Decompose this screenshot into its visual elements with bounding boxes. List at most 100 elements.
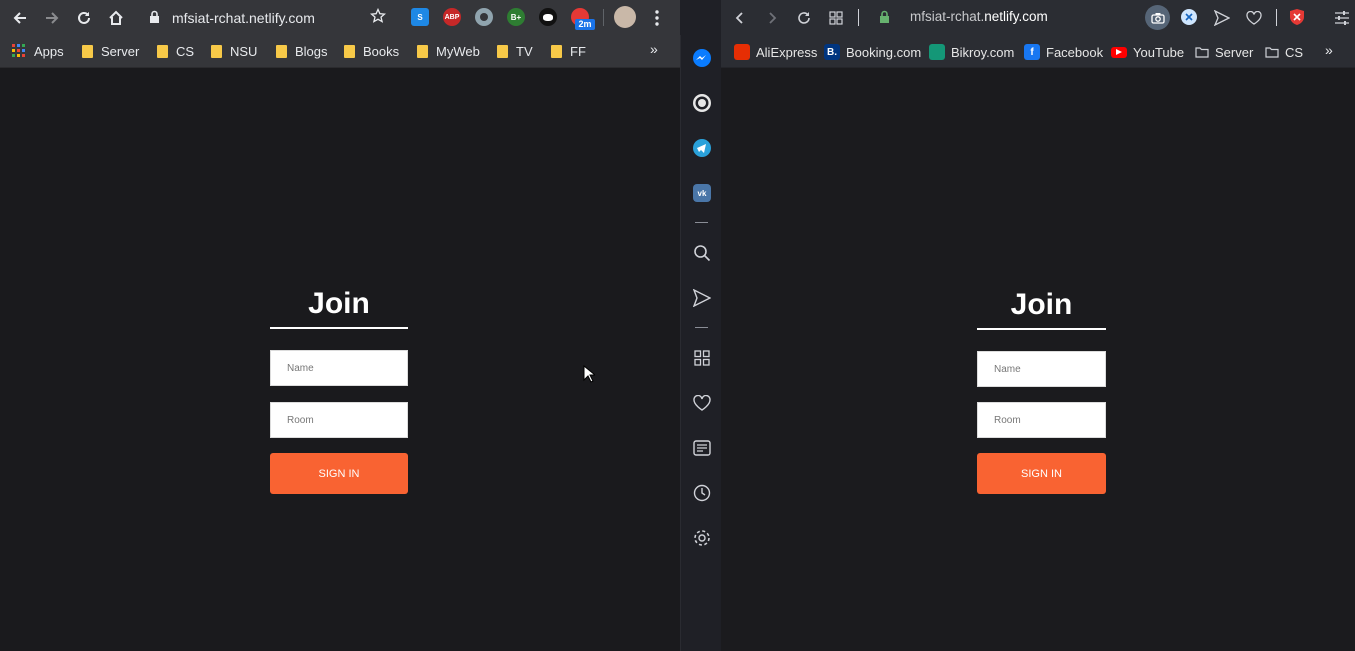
history-icon[interactable] — [691, 482, 713, 504]
bookmark-label: Blogs — [295, 43, 328, 59]
messenger-icon[interactable] — [691, 47, 713, 69]
news-icon[interactable] — [691, 437, 713, 459]
bookmark-facebook[interactable]: f Facebook — [1024, 42, 1103, 62]
bookmark-booking[interactable]: B. Booking.com — [824, 42, 921, 62]
opera-bookmarks-bar: AliExpress B. Booking.com Bikroy.com f Fac… — [721, 35, 1355, 68]
bookmark-cs[interactable]: CS — [157, 41, 194, 61]
star-icon[interactable] — [370, 8, 386, 24]
opera-address-bar[interactable]: mfsiat-rchat.netlify.com — [910, 9, 1048, 24]
chrome-window: mfsiat-rchat.netlify.com S ABP B+ 2m App… — [0, 0, 680, 651]
mouse-cursor-icon — [583, 365, 595, 383]
folder-icon — [276, 44, 287, 58]
camera-icon — [1150, 12, 1165, 24]
search-icon[interactable] — [691, 242, 713, 264]
arrow-right-icon — [46, 12, 59, 24]
whatsapp-icon[interactable] — [691, 92, 713, 114]
reload-icon — [798, 12, 810, 24]
lock-icon — [150, 10, 159, 23]
avatar[interactable] — [614, 6, 636, 28]
chrome-toolbar: mfsiat-rchat.netlify.com S ABP B+ 2m — [0, 0, 680, 35]
toolbar-divider — [603, 9, 604, 26]
bookmark-nsu[interactable]: NSU — [211, 41, 257, 61]
name-input[interactable] — [977, 351, 1106, 387]
chrome-url-text: mfsiat-rchat.netlify.com — [172, 10, 315, 26]
bookmark-label: AliExpress — [756, 44, 818, 60]
bookmark-tv[interactable]: TV — [497, 41, 533, 61]
bookmark-label: Facebook — [1046, 44, 1104, 60]
shield-adblock-icon[interactable] — [1289, 8, 1305, 26]
room-input[interactable] — [270, 402, 408, 438]
bookmark-apps[interactable]: Apps — [12, 41, 64, 61]
home-button[interactable] — [103, 5, 129, 31]
bookmark-server[interactable]: Server — [1195, 42, 1253, 62]
home-icon — [109, 10, 123, 25]
snapshot-button[interactable] — [1145, 5, 1170, 30]
sign-in-button[interactable]: SIGN IN — [270, 453, 408, 494]
heart-icon — [1246, 11, 1262, 25]
bookmark-label: NSU — [230, 43, 258, 59]
sidebar-divider — [695, 327, 708, 328]
extension-panda-icon[interactable] — [539, 8, 557, 26]
toolbar-divider — [858, 9, 859, 26]
bookmarks-overflow-button[interactable]: » — [1325, 42, 1333, 58]
send-icon[interactable] — [691, 287, 713, 309]
back-button[interactable] — [727, 5, 753, 31]
name-input[interactable] — [270, 350, 408, 386]
bookmark-books[interactable]: Books — [344, 41, 399, 61]
bookmark-ff[interactable]: FF — [551, 41, 586, 61]
speed-dial-button[interactable] — [823, 5, 849, 31]
bookmark-bikroy[interactable]: Bikroy.com — [929, 42, 1014, 62]
folder-icon — [344, 44, 355, 58]
more-vertical-icon — [655, 10, 659, 26]
bookmark-server[interactable]: Server — [82, 41, 139, 61]
extension-ring-icon[interactable] — [475, 8, 493, 26]
folder-outline-icon — [1265, 47, 1279, 58]
facebook-icon: f — [1024, 44, 1040, 60]
url-prefix: mfsiat-rchat. — [910, 9, 985, 24]
bookmark-heart-button[interactable] — [1241, 5, 1267, 31]
arrow-left-icon — [13, 12, 26, 24]
chevron-left-icon — [735, 12, 743, 24]
reload-icon — [78, 11, 90, 24]
room-input[interactable] — [977, 402, 1106, 438]
forward-button[interactable] — [39, 5, 65, 31]
bookmark-cs[interactable]: CS — [1265, 42, 1303, 62]
adblock-plus-icon[interactable]: ABP — [443, 8, 461, 26]
bookmarks-overflow-button[interactable]: » — [650, 41, 658, 57]
forward-button[interactable] — [759, 5, 785, 31]
send-icon — [1214, 10, 1230, 26]
apps-grid-icon — [12, 44, 25, 57]
reload-button[interactable] — [71, 5, 97, 31]
lock-icon — [880, 10, 889, 23]
back-button[interactable] — [7, 5, 33, 31]
extension-b-plus-icon[interactable]: B+ — [507, 8, 525, 26]
chevron-right-icon — [769, 12, 777, 24]
sidebar-divider — [695, 222, 708, 223]
extension-s-icon[interactable]: S — [411, 8, 429, 26]
speed-dial-icon[interactable] — [691, 347, 713, 369]
vk-icon[interactable]: vk — [691, 182, 713, 204]
youtube-icon — [1111, 46, 1127, 58]
vpn-icon[interactable] — [1181, 9, 1197, 25]
easy-setup-button[interactable] — [1329, 5, 1355, 31]
bookmark-aliexpress[interactable]: AliExpress — [734, 42, 817, 62]
chrome-bookmarks-bar: Apps Server CS NSU Blogs Books MyWeb TV … — [0, 35, 680, 68]
bookmark-myweb[interactable]: MyWeb — [417, 41, 480, 61]
chrome-menu-button[interactable] — [644, 5, 670, 31]
telegram-icon[interactable] — [691, 137, 713, 159]
heart-icon[interactable] — [691, 392, 713, 414]
bookmark-label: TV — [516, 43, 533, 59]
bookmark-label: YouTube — [1133, 44, 1185, 60]
bookmark-label: Apps — [34, 43, 64, 59]
folder-icon — [417, 44, 428, 58]
sign-in-button[interactable]: SIGN IN — [977, 453, 1106, 494]
title-underline — [977, 328, 1106, 330]
reload-button[interactable] — [791, 5, 817, 31]
bookmark-youtube[interactable]: YouTube — [1111, 42, 1184, 62]
chrome-address-bar[interactable]: mfsiat-rchat.netlify.com — [140, 4, 402, 31]
bookmark-blogs[interactable]: Blogs — [276, 41, 328, 61]
send-button[interactable] — [1209, 5, 1235, 31]
bookmark-label: Server — [101, 43, 140, 59]
settings-gear-icon[interactable] — [691, 527, 713, 549]
join-title: Join — [1010, 288, 1073, 321]
